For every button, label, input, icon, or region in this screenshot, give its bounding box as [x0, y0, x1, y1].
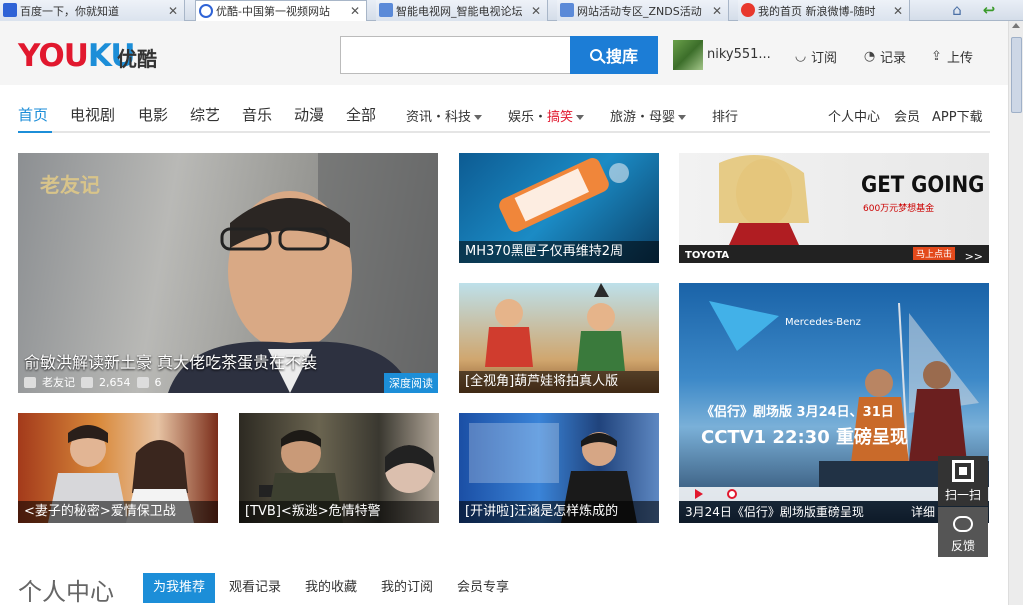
nav-all[interactable]: 全部 — [346, 104, 376, 125]
close-icon[interactable]: ✕ — [531, 4, 541, 18]
tab-watch-history[interactable]: 观看记录 — [219, 573, 291, 603]
tile-caption: [全视角]葫芦娃将拍真人版 — [459, 371, 659, 393]
ad-banner-toyota[interactable]: GET GOING 600万元梦想基金 TOYOTA 马上点击 >> — [679, 153, 989, 263]
nav-app-download[interactable]: APP下载 — [932, 106, 983, 125]
baidu-icon — [3, 3, 17, 17]
nav-entertainment[interactable]: 娱乐・搞笑 — [508, 106, 585, 125]
tab-title: 网站活动专区_ZNDS活动 — [577, 4, 702, 18]
ad-schedule: 《侣行》剧场版 3月24日、31日 — [701, 405, 894, 420]
chevron-down-icon — [678, 115, 687, 120]
video-tile-wife-secret[interactable]: <妻子的秘密>爱情保卫战 — [18, 413, 218, 523]
upload-link[interactable]: ⇪ 上传 — [929, 47, 973, 66]
search-input[interactable] — [340, 36, 570, 74]
qr-scan-button[interactable]: 扫一扫 — [938, 456, 988, 506]
scroll-thumb[interactable] — [1011, 37, 1022, 113]
play-count-icon — [81, 376, 93, 388]
tile-caption: <妻子的秘密>爱情保卫战 — [18, 501, 218, 523]
username[interactable]: niky551... — [707, 47, 771, 62]
video-tile-huluwa[interactable]: [全视角]葫芦娃将拍真人版 — [459, 283, 659, 393]
history-link[interactable]: ◔ 记录 — [862, 47, 906, 66]
search-icon — [589, 49, 602, 61]
ad-more-link[interactable]: >> — [965, 250, 983, 263]
avatar[interactable] — [673, 40, 703, 70]
featured-video-tile[interactable]: 老友记 俞敏洪解读新土豪 真大佬吃茶蛋贵在不装 老友记 2,654 6 深度阅读 — [18, 153, 438, 393]
nav-variety[interactable]: 综艺 — [190, 104, 220, 125]
nav-music[interactable]: 音乐 — [242, 104, 272, 125]
close-icon[interactable]: ✕ — [893, 4, 903, 18]
video-tile-kaijiangla[interactable]: [开讲啦]汪涵是怎样炼成的 — [459, 413, 659, 523]
back-arrow-icon[interactable]: ↩ — [980, 1, 998, 19]
browser-tab-youku[interactable]: 优酷-中国第一视频网站 ✕ — [195, 0, 367, 21]
seek-handle[interactable] — [727, 489, 737, 499]
ad-detail-link[interactable]: 详细 — [911, 501, 935, 523]
znds-icon — [560, 3, 574, 17]
logo-text: 优酷 — [117, 47, 157, 71]
featured-meta: 老友记 2,654 6 — [24, 374, 162, 390]
chevron-down-icon — [474, 115, 483, 120]
play-icon[interactable] — [695, 489, 703, 499]
tab-member-exclusive[interactable]: 会员专享 — [447, 573, 519, 603]
main-nav: 首页 电视剧 电影 综艺 音乐 动漫 全部 资讯・科技 娱乐・搞笑 旅游・母婴 … — [18, 85, 990, 133]
nav-tv[interactable]: 电视剧 — [70, 104, 115, 125]
nav-travel[interactable]: 旅游・母婴 — [610, 106, 687, 125]
znds-icon — [379, 3, 393, 17]
tab-favorites[interactable]: 我的收藏 — [295, 573, 367, 603]
page-scrollbar[interactable] — [1008, 21, 1023, 605]
upload-icon: ⇪ — [931, 49, 942, 64]
browser-tab-strip: 百度一下，你就知道 ✕ 优酷-中国第一视频网站 ✕ 智能电视网_智能电视论坛 ✕… — [0, 0, 1023, 21]
tile-caption: [TVB]<叛逃>危情特警 — [239, 501, 439, 523]
video-tile-mh370[interactable]: MH370黑匣子仅再维持2周 — [459, 153, 659, 263]
tile-caption: [开讲啦]汪涵是怎样炼成的 — [459, 501, 659, 523]
chevron-down-icon — [576, 115, 585, 120]
browser-tab-znds[interactable]: 智能电视网_智能电视论坛 ✕ — [376, 0, 548, 21]
browser-tab-baidu[interactable]: 百度一下，你就知道 ✕ — [0, 0, 185, 21]
tile-caption: MH370黑匣子仅再维持2周 — [459, 241, 659, 263]
nav-news-tech[interactable]: 资讯・科技 — [406, 106, 483, 125]
subscribe-link[interactable]: ◡ 订阅 — [793, 47, 837, 66]
ad-cta-button[interactable]: 马上点击 — [912, 247, 955, 260]
feedback-button[interactable]: 反馈 — [938, 507, 988, 557]
deep-read-badge[interactable]: 深度阅读 — [384, 373, 438, 393]
toyota-logo: TOYOTA — [685, 250, 730, 261]
nav-member[interactable]: 会员 — [894, 106, 920, 125]
user-icon — [24, 376, 36, 388]
close-icon[interactable]: ✕ — [712, 4, 722, 18]
nav-movie[interactable]: 电影 — [138, 104, 168, 125]
youku-icon — [199, 4, 213, 18]
tab-recommend[interactable]: 为我推荐 — [143, 573, 216, 603]
tab-title: 智能电视网_智能电视论坛 — [396, 4, 523, 18]
qr-code-icon — [952, 460, 974, 482]
tab-title: 百度一下，你就知道 — [20, 4, 119, 18]
channel-watermark: 老友记 — [40, 173, 100, 197]
nav-personal-center[interactable]: 个人中心 — [828, 106, 880, 125]
featured-caption[interactable]: 俞敏洪解读新土豪 真大佬吃茶蛋贵在不装 — [24, 349, 317, 373]
clock-icon: ◔ — [863, 49, 876, 64]
tab-title: 优酷-中国第一视频网站 — [216, 5, 330, 18]
scroll-up-icon[interactable] — [1012, 23, 1020, 28]
site-header: YOUKU 优酷 搜库 niky551... ◡ 订阅 ◔ 记录 ⇪ 上传 — [0, 21, 1008, 85]
search-button[interactable]: 搜库 — [570, 36, 658, 74]
ad-subtext: 600万元梦想基金 — [863, 204, 935, 214]
tab-subscriptions[interactable]: 我的订阅 — [371, 573, 443, 603]
ad-headline: GET GOING — [861, 173, 985, 198]
nav-anime[interactable]: 动漫 — [294, 104, 324, 125]
nav-home[interactable]: 首页 — [18, 104, 48, 125]
home-icon[interactable]: ⌂ — [948, 1, 966, 19]
close-icon[interactable]: ✕ — [168, 4, 178, 18]
nav-rank[interactable]: 排行 — [712, 106, 738, 125]
browser-tab-znds-events[interactable]: 网站活动专区_ZNDS活动 ✕ — [557, 0, 729, 21]
close-icon[interactable]: ✕ — [350, 4, 360, 18]
comment-icon — [136, 376, 149, 388]
section-title-personal-center: 个人中心 — [18, 578, 114, 606]
mercedes-logo: Mercedes-Benz — [785, 317, 861, 328]
nav-active-indicator — [18, 131, 52, 133]
rss-icon: ◡ — [794, 49, 807, 64]
video-tile-tvb[interactable]: [TVB]<叛逃>危情特警 — [239, 413, 439, 523]
chat-bubble-icon — [953, 516, 973, 532]
ad-airtime: CCTV1 22:30 重磅呈现 — [701, 427, 908, 448]
weibo-icon — [741, 3, 755, 17]
browser-tab-weibo[interactable]: 我的首页 新浪微博-随时 ✕ — [738, 0, 910, 21]
tab-title: 我的首页 新浪微博-随时 — [758, 4, 876, 18]
